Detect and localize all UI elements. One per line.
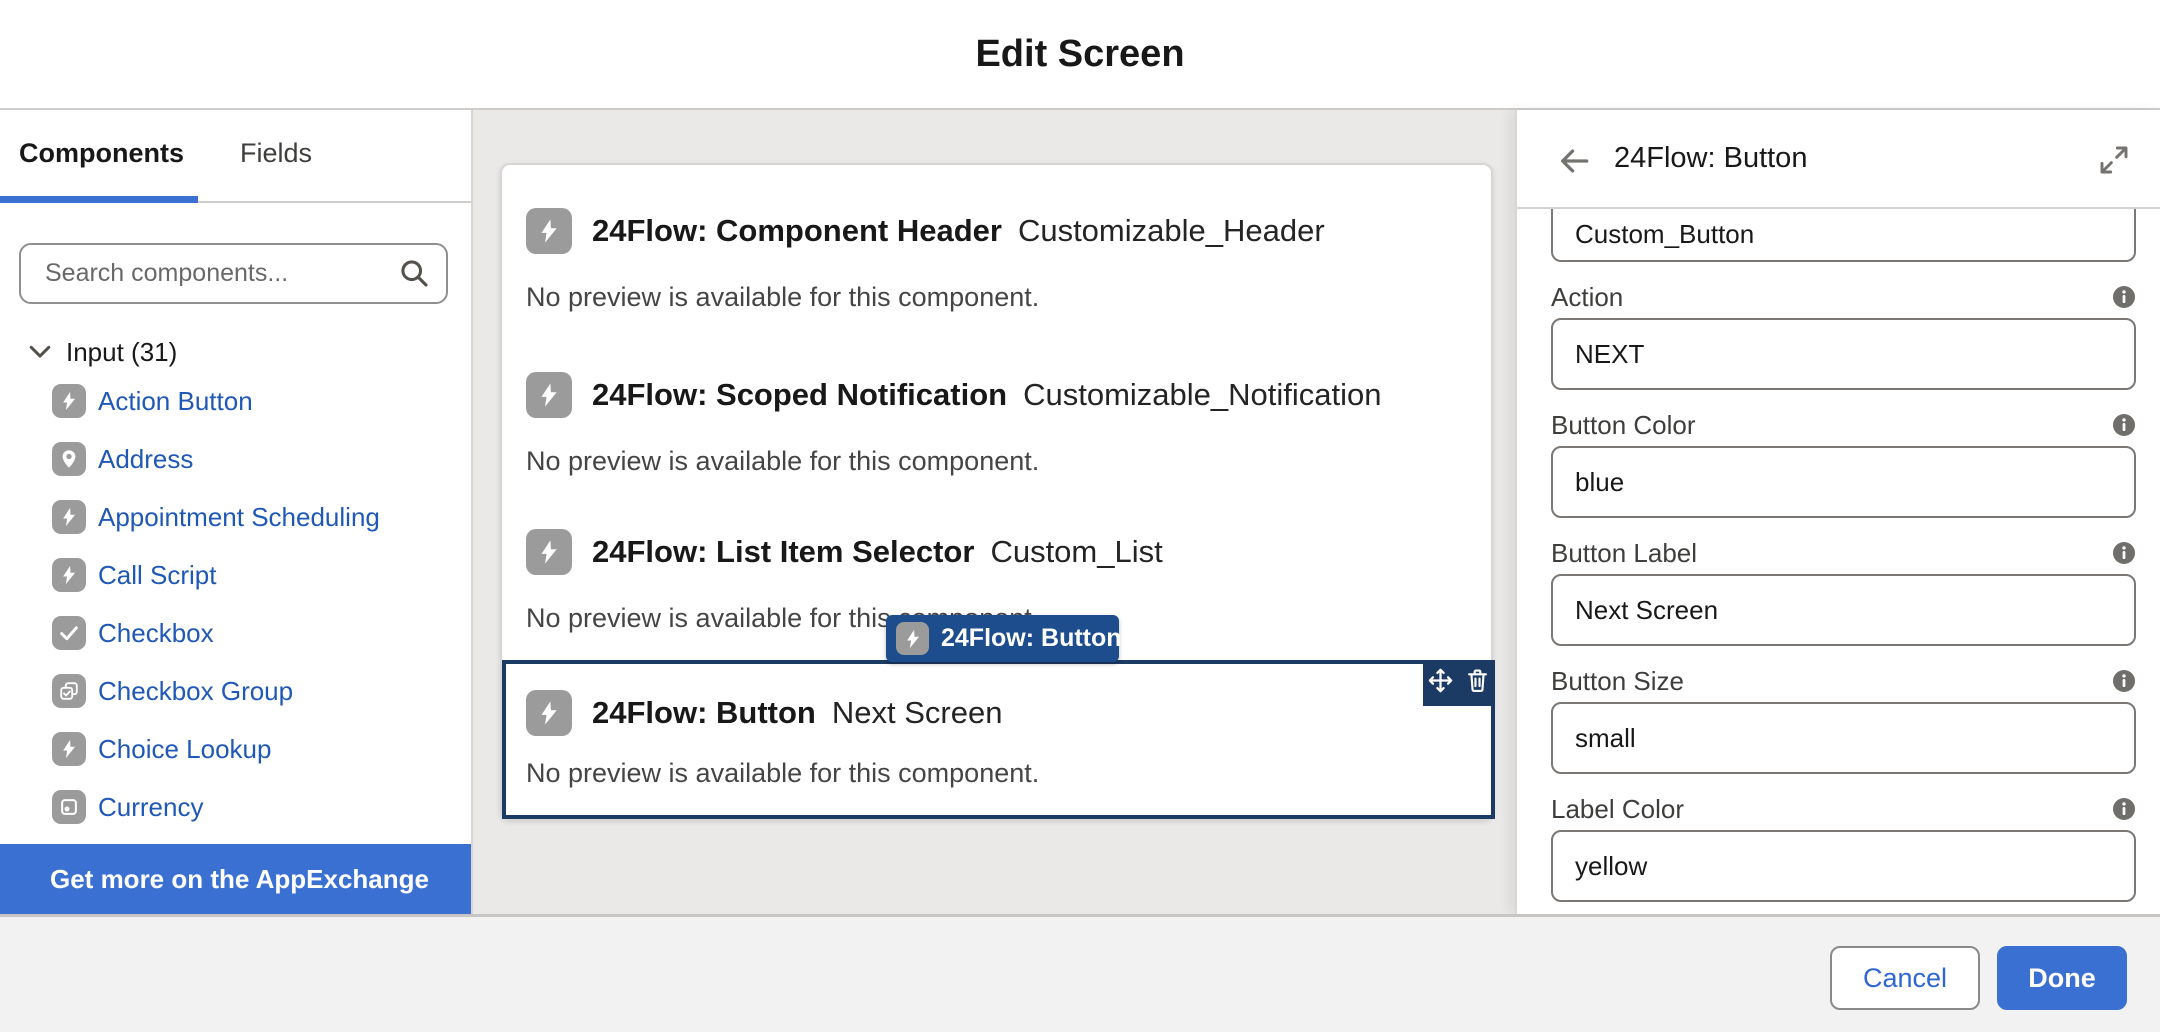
sidebar-item-label: Choice Lookup: [98, 734, 271, 765]
info-icon[interactable]: [2112, 285, 2136, 309]
cancel-button[interactable]: Cancel: [1830, 946, 1980, 1010]
api-name-input[interactable]: Custom_Button: [1551, 209, 2136, 262]
sidebar-item-label: Address: [98, 444, 193, 475]
component-api-name: Customizable_Header: [1018, 213, 1325, 249]
tab-fields[interactable]: Fields: [240, 138, 312, 169]
field-label: Button Color: [1551, 410, 1696, 441]
component-title: 24Flow: Component Header: [592, 213, 1002, 249]
field-list: Action NEXT Button Color: [1551, 282, 2136, 902]
search-box: [19, 243, 448, 304]
component-api-name: Next Screen: [832, 695, 1003, 731]
move-icon[interactable]: [1427, 667, 1454, 699]
appexchange-banner-label: Get more on the AppExchange: [50, 864, 429, 895]
appexchange-banner[interactable]: Get more on the AppExchange: [0, 844, 471, 914]
tab-components[interactable]: Components: [19, 138, 184, 169]
field-group: Label Color yellow: [1551, 794, 2136, 902]
sidebar-component-item[interactable]: Checkbox: [0, 604, 471, 662]
drag-ghost-tooltip: 24Flow: Button: [886, 615, 1119, 662]
field-group: Button Size small: [1551, 666, 2136, 774]
sidebar-item-label: Call Script: [98, 560, 216, 591]
panel-body: Custom_Button Action NEXT: [1551, 209, 2136, 902]
bolt-icon: [52, 558, 86, 592]
bolt-icon: [526, 529, 572, 575]
drag-ghost-label: 24Flow: Button: [941, 624, 1122, 653]
field-input[interactable]: small: [1551, 702, 2136, 774]
sidebar-component-item[interactable]: Choice Lookup: [0, 720, 471, 778]
chevron-down-icon: [26, 338, 54, 366]
field-input[interactable]: blue: [1551, 446, 2136, 518]
panel-title: 24Flow: Button: [1614, 142, 1807, 175]
bolt-icon: [52, 384, 86, 418]
field-label: Label Color: [1551, 794, 1684, 825]
panel-header: 24Flow: Button: [1517, 110, 2160, 209]
field-input[interactable]: NEXT: [1551, 318, 2136, 390]
active-tab-underline: [0, 196, 198, 203]
section-header-input[interactable]: Input (31): [0, 332, 471, 372]
modal-footer: Cancel Done: [0, 914, 2160, 1032]
component-api-name: Custom_List: [990, 534, 1162, 570]
sidebar-component-item[interactable]: Action Button: [0, 372, 471, 430]
page-title: Edit Screen: [975, 33, 1184, 76]
screen-preview-card: 24Flow: Component Header Customizable_He…: [500, 163, 1493, 820]
canvas-component[interactable]: 24Flow: Component Header Customizable_He…: [502, 208, 1495, 313]
field-label: Button Size: [1551, 666, 1684, 697]
done-button[interactable]: Done: [1997, 946, 2127, 1010]
bolt-icon: [52, 732, 86, 766]
sidebar-component-item[interactable]: Currency: [0, 778, 471, 836]
sidebar-tabs: Components Fields: [0, 110, 471, 203]
edit-screen-modal: Edit Screen Components Fields Input (31): [0, 0, 2160, 1032]
component-title: 24Flow: Scoped Notification: [592, 377, 1007, 413]
sidebar-item-label: Checkbox: [98, 618, 214, 649]
field-group: Button Color blue: [1551, 410, 2136, 518]
field-input[interactable]: Next Screen: [1551, 574, 2136, 646]
field-group: Action NEXT: [1551, 282, 2136, 390]
sidebar-component-item[interactable]: Call Script: [0, 546, 471, 604]
components-sidebar: Components Fields Input (31) Action Butt…: [0, 110, 473, 914]
search-input[interactable]: [19, 243, 448, 304]
checkbox-group-icon: [52, 674, 86, 708]
section-label: Input (31): [66, 337, 177, 368]
info-icon[interactable]: [2112, 797, 2136, 821]
delete-icon[interactable]: [1464, 667, 1491, 699]
component-title: 24Flow: Button: [592, 695, 816, 731]
field-group: Button Label Next Screen: [1551, 538, 2136, 646]
component-preview-text: No preview is available for this compone…: [526, 758, 1491, 789]
field-label: Button Label: [1551, 538, 1697, 569]
canvas-component[interactable]: 24Flow: Button Next Screen No preview is…: [502, 660, 1495, 819]
canvas-component[interactable]: 24Flow: Scoped Notification Customizable…: [502, 372, 1495, 477]
sidebar-component-item[interactable]: Appointment Scheduling: [0, 488, 471, 546]
bolt-icon: [526, 208, 572, 254]
info-icon[interactable]: [2112, 541, 2136, 565]
sidebar-item-label: Appointment Scheduling: [98, 502, 380, 533]
sidebar-item-label: Action Button: [98, 386, 253, 417]
modal-header: Edit Screen: [0, 0, 2160, 110]
expand-icon[interactable]: [2098, 144, 2130, 176]
component-list: Action Button Address Appointment Schedu…: [0, 372, 471, 836]
field-label: Action: [1551, 282, 1623, 313]
currency-icon: [52, 790, 86, 824]
field-input[interactable]: yellow: [1551, 830, 2136, 902]
sidebar-component-item[interactable]: Address: [0, 430, 471, 488]
search-icon[interactable]: [398, 257, 430, 289]
bolt-icon: [52, 500, 86, 534]
screen-canvas: 24Flow: Component Header Customizable_He…: [473, 110, 1515, 914]
info-icon[interactable]: [2112, 413, 2136, 437]
component-api-name: Customizable_Notification: [1023, 377, 1381, 413]
selection-toolbar: [1423, 660, 1495, 706]
bolt-icon: [896, 622, 929, 655]
component-preview-text: No preview is available for this compone…: [526, 282, 1495, 313]
properties-panel: 24Flow: Button Custom_Button Action: [1515, 110, 2160, 914]
sidebar-item-label: Checkbox Group: [98, 676, 293, 707]
sidebar-component-item[interactable]: Checkbox Group: [0, 662, 471, 720]
check-icon: [52, 616, 86, 650]
info-icon[interactable]: [2112, 669, 2136, 693]
bolt-icon: [526, 690, 572, 736]
pin-icon: [52, 442, 86, 476]
component-title: 24Flow: List Item Selector: [592, 534, 974, 570]
back-arrow-icon[interactable]: [1557, 144, 1591, 178]
component-preview-text: No preview is available for this compone…: [526, 446, 1495, 477]
sidebar-item-label: Currency: [98, 792, 203, 823]
bolt-icon: [526, 372, 572, 418]
